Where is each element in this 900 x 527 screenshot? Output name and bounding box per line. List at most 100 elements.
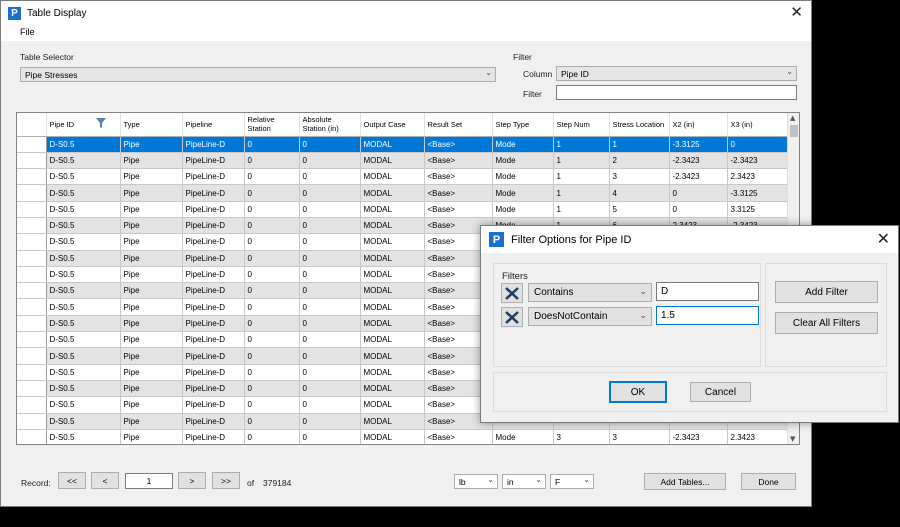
prev-record-button[interactable]: < [91, 472, 119, 489]
add-filter-button[interactable]: Add Filter [775, 281, 878, 303]
table-cell[interactable]: 0 [244, 152, 300, 170]
menu-file[interactable]: File [20, 27, 35, 37]
table-cell[interactable]: 0 [299, 380, 361, 398]
table-cell[interactable]: PipeLine-D [182, 396, 245, 414]
table-cell[interactable]: Mode [492, 168, 554, 186]
table-cell[interactable]: PipeLine-D [182, 136, 245, 153]
table-cell[interactable]: 0 [299, 331, 361, 349]
table-cell[interactable]: Mode [492, 201, 554, 218]
column-dropdown[interactable]: Pipe ID ⌄ [556, 66, 797, 81]
table-cell[interactable]: MODAL [360, 364, 425, 381]
filter-text-input[interactable] [556, 85, 797, 100]
table-cell[interactable]: Pipe [120, 136, 183, 153]
table-cell[interactable]: 0 [299, 364, 361, 381]
table-cell[interactable]: 1 [553, 152, 610, 170]
table-cell[interactable]: 0 [244, 298, 300, 316]
row-header[interactable] [17, 298, 47, 316]
table-cell[interactable]: Pipe [120, 298, 183, 316]
table-cell[interactable]: PipeLine-D [182, 152, 245, 170]
table-cell[interactable]: D-S0.5 [46, 298, 121, 316]
table-cell[interactable]: 0 [299, 136, 361, 153]
column-header[interactable]: Step Type [492, 113, 554, 137]
table-cell[interactable]: D-S0.5 [46, 364, 121, 381]
table-cell[interactable]: 0 [727, 136, 790, 153]
close-icon[interactable]: ✕ [877, 231, 890, 247]
table-cell[interactable]: 0 [299, 201, 361, 218]
table-cell[interactable]: PipeLine-D [182, 233, 245, 251]
column-header[interactable]: Relative Station [244, 113, 300, 137]
table-cell[interactable]: <Base> [424, 184, 493, 202]
column-header[interactable]: Step Num [553, 113, 610, 137]
scroll-up-icon[interactable]: ▲ [790, 114, 795, 122]
table-cell[interactable]: D-S0.5 [46, 413, 121, 430]
table-cell[interactable]: Pipe [120, 266, 183, 284]
row-header[interactable] [17, 315, 47, 333]
table-cell[interactable]: 0 [299, 217, 361, 235]
record-input[interactable]: 1 [125, 473, 173, 489]
row-header[interactable] [17, 282, 47, 300]
table-cell[interactable]: MODAL [360, 315, 425, 333]
table-cell[interactable]: PipeLine-D [182, 250, 245, 267]
table-selector-dropdown[interactable]: Pipe Stresses ⌄ [20, 67, 496, 82]
table-cell[interactable]: 2.3423 [727, 429, 790, 444]
table-cell[interactable]: PipeLine-D [182, 347, 245, 365]
table-cell[interactable]: D-S0.5 [46, 380, 121, 398]
table-cell[interactable]: 0 [244, 250, 300, 267]
table-cell[interactable]: 2 [609, 152, 670, 170]
table-cell[interactable]: Pipe [120, 380, 183, 398]
remove-filter-button[interactable] [501, 283, 523, 303]
table-cell[interactable]: 0 [299, 184, 361, 202]
row-header[interactable] [17, 413, 47, 430]
row-header[interactable] [17, 217, 47, 235]
table-cell[interactable]: PipeLine-D [182, 315, 245, 333]
table-cell[interactable]: -3.3125 [669, 136, 728, 153]
table-cell[interactable]: Mode [492, 184, 554, 202]
row-header[interactable] [17, 380, 47, 398]
table-cell[interactable]: Pipe [120, 233, 183, 251]
table-cell[interactable]: MODAL [360, 298, 425, 316]
table-cell[interactable]: 1 [553, 184, 610, 202]
table-cell[interactable]: MODAL [360, 184, 425, 202]
table-cell[interactable]: MODAL [360, 347, 425, 365]
table-cell[interactable]: PipeLine-D [182, 168, 245, 186]
table-cell[interactable]: Pipe [120, 282, 183, 300]
table-cell[interactable]: Pipe [120, 396, 183, 414]
table-cell[interactable]: Pipe [120, 331, 183, 349]
table-cell[interactable]: D-S0.5 [46, 168, 121, 186]
table-cell[interactable]: PipeLine-D [182, 298, 245, 316]
table-row[interactable]: D-S0.5 Pipe PipeLine-D 0 0 MODAL <Base> Mode 3 3-… [17, 429, 790, 444]
table-cell[interactable]: 0 [299, 429, 361, 444]
table-cell[interactable]: D-S0.5 [46, 250, 121, 267]
table-cell[interactable]: PipeLine-D [182, 413, 245, 430]
table-cell[interactable]: Mode [492, 136, 554, 153]
temperature-unit-dropdown[interactable]: F ⌄ [550, 474, 594, 489]
table-row[interactable]: ▶ D-S0.5 Pipe PipeLine-D 0 0 MODAL <Base> Mode 1 1… [17, 136, 790, 153]
table-cell[interactable]: PipeLine-D [182, 184, 245, 202]
table-cell[interactable]: 1 [553, 201, 610, 218]
table-cell[interactable]: PipeLine-D [182, 266, 245, 284]
first-record-button[interactable]: << [58, 472, 86, 489]
table-cell[interactable]: Pipe [120, 250, 183, 267]
table-cell[interactable]: D-S0.5 [46, 233, 121, 251]
column-header[interactable]: Pipe ID [46, 113, 121, 137]
table-cell[interactable]: MODAL [360, 233, 425, 251]
table-cell[interactable]: 0 [244, 282, 300, 300]
column-header[interactable]: Result Set [424, 113, 493, 137]
close-icon[interactable]: ✕ [790, 4, 803, 20]
column-header[interactable]: Absolute Station (in) [299, 113, 361, 137]
table-cell[interactable]: MODAL [360, 331, 425, 349]
row-header[interactable] [17, 201, 47, 218]
table-row[interactable]: D-S0.5 Pipe PipeLine-D 0 0 MODAL <Base> Mode 1 4 0… [17, 184, 790, 202]
table-cell[interactable]: 2.3423 [727, 168, 790, 186]
row-header[interactable] [17, 250, 47, 267]
done-button[interactable]: Done [741, 473, 796, 490]
table-cell[interactable]: Pipe [120, 168, 183, 186]
table-cell[interactable]: Pipe [120, 152, 183, 170]
row-header[interactable] [17, 347, 47, 365]
row-header[interactable] [17, 331, 47, 349]
table-cell[interactable]: Mode [492, 152, 554, 170]
scroll-down-icon[interactable]: ▼ [790, 435, 795, 443]
table-cell[interactable]: MODAL [360, 217, 425, 235]
table-cell[interactable]: 0 [244, 217, 300, 235]
next-record-button[interactable]: > [178, 472, 206, 489]
